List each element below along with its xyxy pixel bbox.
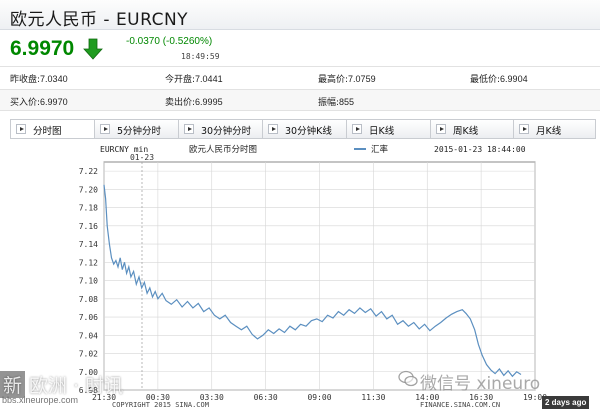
- chart-name-label: 欧元人民币分时图: [189, 144, 257, 155]
- stats-table: 昨收盘:7.0340 今开盘:7.0441 最高价:7.0759 最低价:6.9…: [0, 66, 600, 114]
- price-change: -0.0370 (-0.5260%): [126, 36, 213, 47]
- x-tick-label: 11:30: [361, 393, 385, 402]
- page-title: 欧元人民币 - EURCNY: [10, 10, 189, 30]
- chart-tabs: 分时图 5分钟分时 30分钟分时 30分钟K线 日K线 周K线 月K线: [10, 119, 596, 139]
- arrow-down-icon: [83, 38, 103, 60]
- stats-row: 买入价:6.9970 卖出价:6.9995 振幅:855: [0, 89, 600, 111]
- stat-amplitude: 振幅:855: [318, 97, 355, 108]
- y-tick-label: 7.10: [79, 277, 98, 286]
- y-tick-label: 7.06: [79, 313, 98, 322]
- y-tick-label: 7.08: [79, 295, 98, 304]
- tab-daily-kline[interactable]: 日K线: [347, 120, 431, 138]
- play-icon: [16, 124, 26, 134]
- current-price: 6.9970: [10, 37, 75, 60]
- tab-intraday[interactable]: 分时图: [11, 120, 95, 138]
- play-icon: [519, 124, 529, 134]
- y-tick-label: 7.20: [79, 185, 98, 194]
- wechat-icon: [398, 370, 418, 387]
- x-tick-label: 09:00: [307, 393, 331, 402]
- chart-code-label: EURCNY min: [100, 145, 148, 154]
- x-tick-label: 06:30: [254, 393, 278, 402]
- y-tick-label: 7.12: [79, 258, 98, 267]
- play-icon: [184, 124, 194, 134]
- stat-open: 今开盘:7.0441: [165, 74, 223, 85]
- y-tick-label: 7.22: [79, 167, 98, 176]
- tab-weekly-kline[interactable]: 周K线: [431, 120, 514, 138]
- stat-prev-close: 昨收盘:7.0340: [10, 74, 68, 85]
- y-tick-label: 7.18: [79, 204, 98, 213]
- watermark-url: bbs.xineurope.com: [2, 395, 79, 405]
- copyright-label: COPYRIGHT 2015 SINA.COM: [112, 401, 209, 409]
- quote-time: 18:49:59: [181, 52, 220, 61]
- quote-panel: 6.9970 -0.0370 (-0.5260%) 18:49:59: [0, 30, 600, 66]
- source-label: FINANCE.SINA.COM.CN: [420, 401, 500, 409]
- stat-high: 最高价:7.0759: [318, 74, 376, 85]
- y-tick-label: 7.16: [79, 222, 98, 231]
- stat-bid: 买入价:6.9970: [10, 97, 68, 108]
- date-marker-label: 01-23: [130, 153, 154, 162]
- window-header: 欧元人民币 - EURCNY: [0, 0, 600, 30]
- time-ago-badge: 2 days ago: [542, 396, 590, 409]
- y-tick-label: 7.04: [79, 331, 98, 340]
- tab-30min[interactable]: 30分钟分时: [179, 120, 263, 138]
- watermark-wechat: 微信号 xineuro: [420, 374, 541, 394]
- play-icon: [100, 124, 110, 134]
- y-tick-label: 7.02: [79, 350, 98, 359]
- tab-5min[interactable]: 5分钟分时: [95, 120, 179, 138]
- legend-label: 汇率: [371, 144, 389, 155]
- stat-ask: 卖出价:6.9995: [165, 97, 223, 108]
- play-icon: [352, 124, 362, 134]
- tab-monthly-kline[interactable]: 月K线: [514, 120, 595, 138]
- y-tick-label: 7.14: [79, 240, 98, 249]
- play-icon: [436, 124, 446, 134]
- stats-row: 昨收盘:7.0340 今开盘:7.0441 最高价:7.0759 最低价:6.9…: [0, 66, 600, 88]
- stat-low: 最低价:6.9904: [470, 74, 528, 85]
- tab-30min-kline[interactable]: 30分钟K线: [263, 120, 347, 138]
- play-icon: [268, 124, 278, 134]
- watermark-site: 新欧洲 · 时讯: [0, 371, 123, 398]
- chart-datetime-label: 2015-01-23 18:44:00: [434, 145, 526, 154]
